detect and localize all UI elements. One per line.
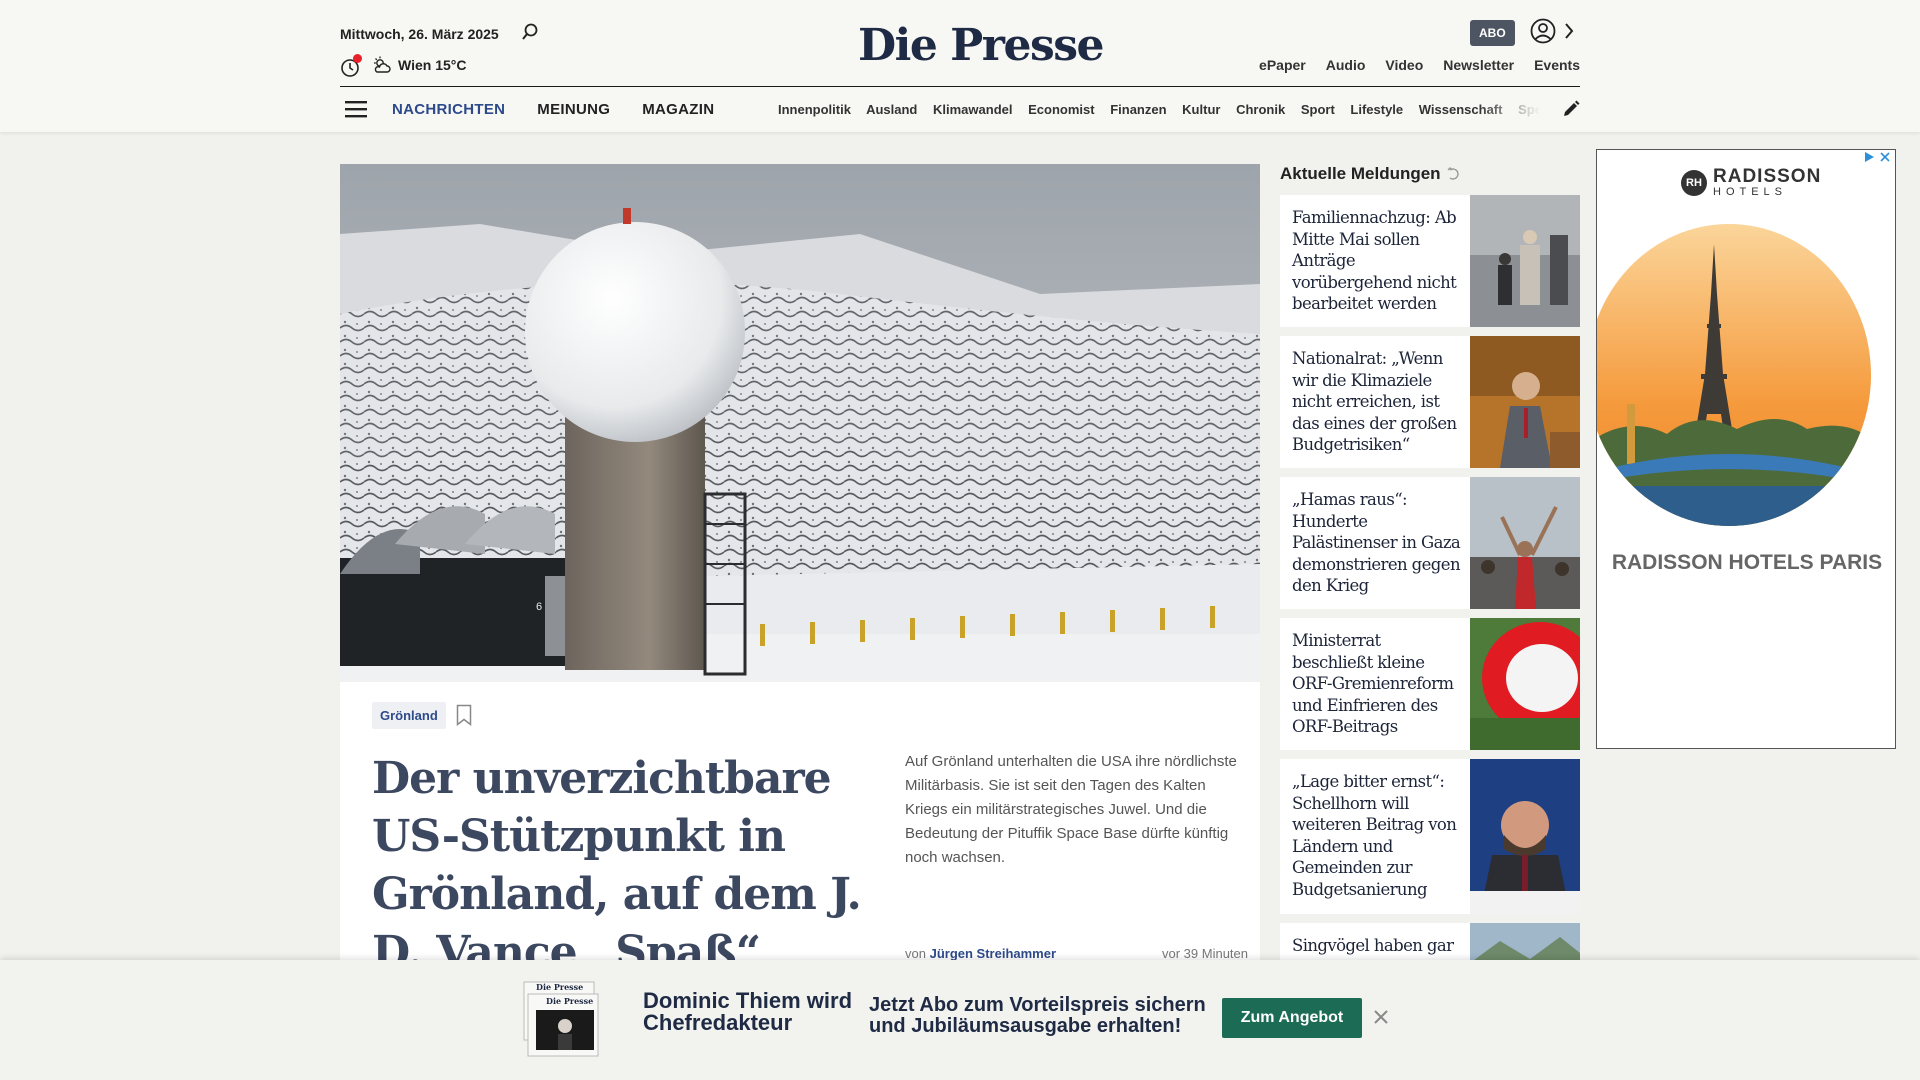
ad-caption: RADISSON HOTELS PARIS	[1611, 551, 1883, 574]
ad-brand-name: RADISSON	[1713, 166, 1822, 187]
site-logo[interactable]: Die Presse	[858, 20, 1104, 71]
ad-brand-logo: RH RADISSON HOTELS	[1681, 166, 1822, 198]
link-newsletter[interactable]: Newsletter	[1443, 57, 1514, 73]
article-tag[interactable]: Grönland	[372, 702, 446, 729]
news-thumbnail-protest	[1470, 477, 1580, 609]
news-thumbnail-street	[1470, 195, 1580, 327]
latest-news-title-text: Aktuelle Meldungen	[1280, 164, 1441, 183]
news-item[interactable]: Nationalrat: „Wenn wir die Klimaziele ni…	[1280, 336, 1580, 468]
news-item-text: Nationalrat: „Wenn wir die Klimaziele ni…	[1292, 349, 1457, 454]
news-item-text: Ministerrat beschließt kleine ORF-Gremie…	[1292, 631, 1454, 736]
news-item[interactable]: Singvögel haben gar kein Heißhunger	[1280, 923, 1580, 964]
radar-station-photo: 6	[340, 164, 1260, 682]
chevron-right-icon[interactable]	[1562, 20, 1576, 42]
weather-text: Wien 15°C	[398, 57, 467, 73]
news-thumbnail-press-conference	[1470, 759, 1580, 914]
hero-image[interactable]: 6	[340, 164, 1260, 682]
weather-widget[interactable]: Wien 15°C	[372, 56, 467, 74]
news-item[interactable]: Familiennachzug: Ab Mitte Mai sollen Ant…	[1280, 195, 1580, 327]
ad-choices-icon[interactable]	[1863, 151, 1875, 163]
news-item-text: Familiennachzug: Ab Mitte Mai sollen Ant…	[1292, 208, 1457, 313]
close-icon[interactable]	[1372, 1008, 1390, 1026]
building-number: 6	[536, 601, 542, 613]
notification-dot	[353, 54, 362, 63]
header-divider	[340, 86, 1580, 87]
news-item[interactable]: „Hamas raus“: Hunderte Palästinenser in …	[1280, 477, 1580, 609]
user-account-icon[interactable]	[1530, 18, 1556, 44]
subnav-lifestyle[interactable]: Lifestyle	[1350, 102, 1403, 117]
bookmark-icon[interactable]	[456, 704, 472, 726]
link-video[interactable]: Video	[1385, 57, 1423, 73]
ad-close-icon[interactable]	[1879, 151, 1891, 163]
author-link[interactable]: Jürgen Streihammer	[930, 946, 1056, 961]
weather-cloud-sun-icon	[374, 56, 391, 73]
zum-angebot-button[interactable]: Zum Angebot	[1222, 998, 1362, 1038]
nav-magazin[interactable]: MAGAZIN	[642, 101, 714, 118]
nav-nachrichten[interactable]: NACHRICHTEN	[392, 101, 505, 118]
subnav-klimawandel[interactable]: Klimawandel	[933, 102, 1012, 117]
subnav-spectrum[interactable]: Spectrum	[1518, 102, 1540, 117]
subnav-sport[interactable]: Sport	[1301, 102, 1335, 117]
news-item[interactable]: „Lage bitter ernst“: Schellhorn will wei…	[1280, 759, 1580, 914]
abo-button[interactable]: ABO	[1470, 20, 1515, 46]
subnav-chronik[interactable]: Chronik	[1236, 102, 1285, 117]
subnav-wissenschaft[interactable]: Wissenschaft	[1419, 102, 1503, 117]
eiffel-tower-illustration	[1597, 224, 1871, 526]
article-age: vor 39 Minuten	[1162, 946, 1248, 961]
link-events[interactable]: Events	[1534, 57, 1580, 73]
news-thumbnail-orf-logo	[1470, 618, 1580, 750]
hero-article[interactable]: 6 Grönland Der unverzichtbare US-Stützpu…	[340, 164, 1260, 1044]
banner-headline: Dominic Thiem wird Chefredakteur	[643, 988, 853, 1035]
ad-brand-sub: HOTELS	[1713, 186, 1788, 198]
sub-nav: Innenpolitik Ausland Klimawandel Economi…	[778, 102, 1540, 117]
article-teaser: Auf Grönland unterhalten die USA ihre nö…	[905, 753, 1237, 866]
hamburger-menu-icon[interactable]	[345, 100, 367, 118]
site-header: Mittwoch, 26. März 2025 Wien 15°C Die Pr…	[0, 0, 1920, 132]
banner-offer-text: Jetzt Abo zum Vorteilspreis sichern und …	[869, 994, 1206, 1037]
link-audio[interactable]: Audio	[1326, 57, 1366, 73]
nav-meinung[interactable]: MEINUNG	[537, 101, 610, 118]
article-author: von Jürgen Streihammer	[905, 946, 1056, 961]
subscription-banner: Die Presse Die Presse Dominic Thiem wird…	[0, 960, 1920, 1080]
news-item-text: „Hamas raus“: Hunderte Palästinenser in …	[1292, 490, 1461, 595]
paper-logo-front: Die Presse	[546, 996, 593, 1006]
news-item-text: „Lage bitter ernst“: Schellhorn will wei…	[1292, 772, 1457, 899]
main-nav: NACHRICHTEN MEINUNG MAGAZIN	[392, 101, 714, 118]
pencil-icon[interactable]	[1562, 100, 1580, 118]
paper-logo-back: Die Presse	[536, 982, 583, 992]
current-date: Mittwoch, 26. März 2025	[340, 26, 499, 42]
latest-news-title: Aktuelle Meldungen	[1280, 164, 1461, 184]
subnav-finanzen[interactable]: Finanzen	[1110, 102, 1166, 117]
ad-image	[1597, 224, 1871, 526]
subnav-innenpolitik[interactable]: Innenpolitik	[778, 102, 851, 117]
top-links: ePaper Audio Video Newsletter Events	[1259, 57, 1580, 73]
newspaper-stack-image: Die Presse Die Presse	[523, 981, 599, 1057]
ad-controls	[1863, 151, 1891, 163]
news-item[interactable]: Ministerrat beschließt kleine ORF-Gremie…	[1280, 618, 1580, 750]
news-thumbnail-parliament	[1470, 336, 1580, 468]
subnav-ausland[interactable]: Ausland	[866, 102, 917, 117]
ad-brand-mark: RH	[1681, 170, 1707, 196]
advertisement[interactable]: RH RADISSON HOTELS RADISSON HOTELS PARIS	[1596, 149, 1896, 749]
refresh-icon[interactable]	[1447, 167, 1461, 181]
news-thumbnail-landscape	[1470, 923, 1580, 964]
subnav-economist[interactable]: Economist	[1028, 102, 1094, 117]
link-epaper[interactable]: ePaper	[1259, 57, 1306, 73]
author-prefix: von	[905, 946, 926, 961]
subnav-kultur[interactable]: Kultur	[1182, 102, 1220, 117]
latest-news: Aktuelle Meldungen Familiennachzug: Ab M…	[1280, 164, 1580, 964]
search-icon[interactable]	[520, 22, 540, 42]
